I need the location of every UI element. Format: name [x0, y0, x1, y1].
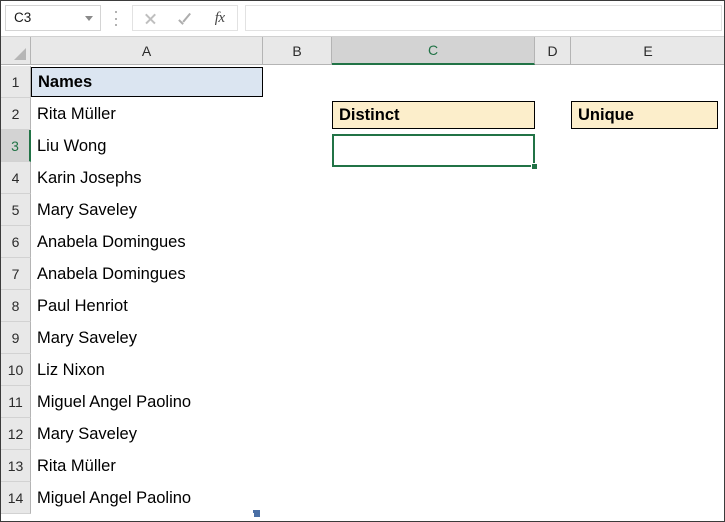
- row-header-12[interactable]: 12: [1, 418, 31, 450]
- cell-a6[interactable]: Anabela Domingues: [31, 226, 263, 258]
- cell-a4[interactable]: Karin Josephs: [31, 162, 263, 194]
- cancel-button[interactable]: [133, 6, 168, 30]
- row-header-label: 8: [11, 297, 20, 314]
- cell-a2[interactable]: Rita Müller: [31, 98, 263, 130]
- row-header-2[interactable]: 2: [1, 98, 31, 130]
- insert-function-button[interactable]: fx: [202, 6, 237, 30]
- enter-button[interactable]: [168, 6, 203, 30]
- row-header-label: 1: [11, 73, 20, 90]
- cell-a12[interactable]: Mary Saveley: [31, 418, 263, 450]
- row-header-4[interactable]: 4: [1, 162, 31, 194]
- cell-a7[interactable]: Anabela Domingues: [31, 258, 263, 290]
- cell-a8[interactable]: Paul Henriot: [31, 290, 263, 322]
- row-header-label: 6: [11, 233, 20, 250]
- column-header-e[interactable]: E: [571, 37, 724, 65]
- row-header-label: 14: [7, 489, 24, 506]
- row-header-14[interactable]: 14: [1, 482, 31, 514]
- row-header-10[interactable]: 10: [1, 354, 31, 386]
- name-box[interactable]: C3: [5, 5, 101, 31]
- row-header-13[interactable]: 13: [1, 450, 31, 482]
- row-header-7[interactable]: 7: [1, 258, 31, 290]
- row-header-label: 12: [7, 425, 24, 442]
- row-header-3[interactable]: 3: [1, 130, 31, 162]
- column-header-label: E: [643, 42, 653, 59]
- row-header-1[interactable]: 1: [1, 66, 31, 98]
- cell-a11[interactable]: Miguel Angel Paolino: [31, 386, 263, 418]
- select-all-triangle-icon: [14, 48, 26, 60]
- row-header-label: 13: [7, 457, 24, 474]
- row-header-label: 9: [11, 329, 20, 346]
- row-header-8[interactable]: 8: [1, 290, 31, 322]
- column-header-b[interactable]: B: [263, 37, 332, 65]
- active-cell-selection[interactable]: [332, 134, 535, 167]
- formula-bar-separator: [114, 11, 117, 26]
- fill-handle[interactable]: [531, 163, 538, 170]
- column-header-label: B: [292, 42, 302, 59]
- column-header-label: D: [547, 42, 558, 59]
- cancel-x-icon: [144, 12, 157, 25]
- cell-a1-names-header[interactable]: Names: [31, 67, 263, 97]
- enter-check-icon: [178, 12, 193, 25]
- row-header-label: 5: [11, 201, 20, 218]
- name-box-value: C3: [14, 10, 32, 26]
- row-header-11[interactable]: 11: [1, 386, 31, 418]
- column-header-a[interactable]: A: [31, 37, 263, 65]
- select-all-button[interactable]: [1, 37, 31, 65]
- excel-worksheet-window: C3 fx ABCDE 1 2 3 4 5 6 7 8 9 10 11 12 1…: [0, 0, 725, 522]
- row-header-label: 7: [11, 265, 20, 282]
- scroll-marker-icon[interactable]: [250, 510, 260, 517]
- column-header-d[interactable]: D: [535, 37, 571, 65]
- cell-c2-distinct-header[interactable]: Distinct: [332, 101, 535, 129]
- row-header-label: 10: [7, 361, 24, 378]
- row-header-9[interactable]: 9: [1, 322, 31, 354]
- column-header-label: A: [141, 42, 152, 59]
- row-header-6[interactable]: 6: [1, 226, 31, 258]
- row-header-label: 4: [11, 169, 20, 186]
- formula-action-buttons: fx: [132, 5, 238, 31]
- worksheet-grid[interactable]: ABCDE 1 2 3 4 5 6 7 8 9 10 11 12 13 14 Names Rita Müll…: [1, 37, 724, 521]
- cell-a14[interactable]: Miguel Angel Paolino: [31, 482, 263, 514]
- cell-e2-unique-header[interactable]: Unique: [571, 101, 718, 129]
- row-header-label: 3: [11, 137, 19, 154]
- column-header-c[interactable]: C: [332, 37, 535, 65]
- formula-input[interactable]: [245, 5, 722, 31]
- cell-a9[interactable]: Mary Saveley: [31, 322, 263, 354]
- cell-a13[interactable]: Rita Müller: [31, 450, 263, 482]
- row-header-label: 2: [11, 105, 20, 122]
- cell-a5[interactable]: Mary Saveley: [31, 194, 263, 226]
- column-header-label: C: [427, 42, 439, 58]
- cell-a3[interactable]: Liu Wong: [31, 130, 263, 162]
- cell-a10[interactable]: Liz Nixon: [31, 354, 263, 386]
- fx-icon: fx: [214, 9, 225, 26]
- row-header-label: 11: [8, 393, 23, 410]
- formula-bar: C3 fx: [1, 1, 724, 37]
- row-header-5[interactable]: 5: [1, 194, 31, 226]
- chevron-down-icon[interactable]: [85, 15, 93, 21]
